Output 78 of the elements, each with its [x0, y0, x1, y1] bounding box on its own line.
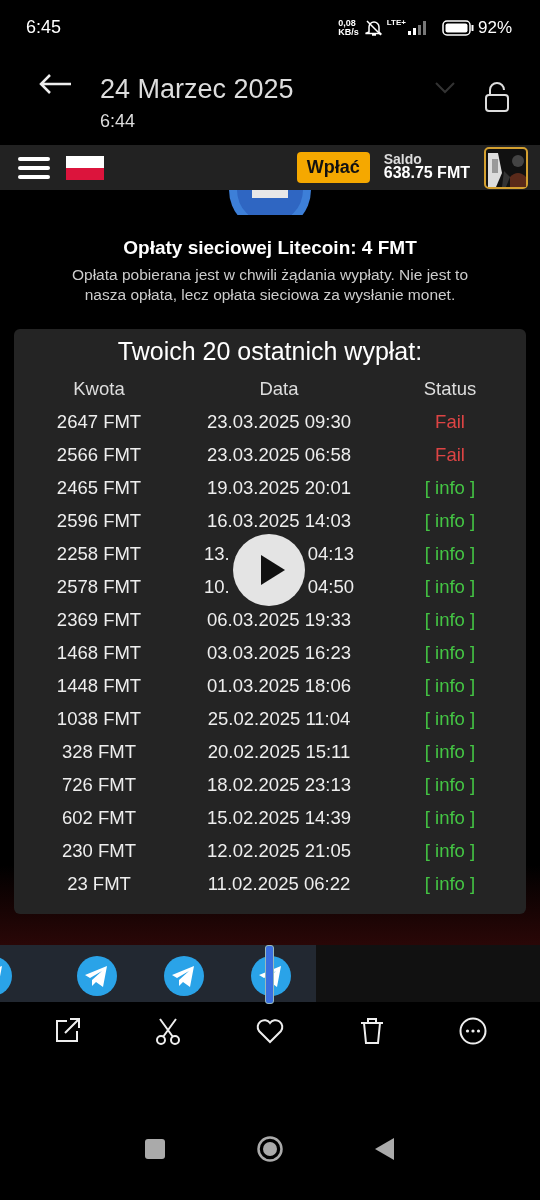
amount-cell: 2596 FMT: [56, 509, 142, 532]
amount-cell: 2647 FMT: [56, 410, 142, 433]
scissors-icon: [154, 1016, 183, 1045]
info-link[interactable]: [ info ]: [424, 608, 476, 631]
date-cell: 11.02.2025 06:22: [207, 872, 351, 895]
date-fragment: 04:13: [307, 542, 354, 565]
amount-cell: 602 FMT: [62, 806, 136, 829]
more-icon: [459, 1016, 488, 1045]
info-link[interactable]: [ info ]: [424, 740, 476, 763]
date-fragment: 10.: [204, 575, 230, 598]
info-link[interactable]: [ info ]: [424, 872, 476, 895]
date-cell: 01.03.2025 18:06: [207, 674, 351, 697]
back-arrow-icon: [38, 73, 72, 95]
unlocked-padlock-icon[interactable]: [484, 81, 510, 113]
date-cell: 25.02.2025 11:04: [207, 707, 351, 730]
clock: 6:45: [26, 17, 63, 38]
amount-cell: 1448 FMT: [56, 674, 142, 697]
status-cell: Fail: [435, 443, 465, 466]
amount-cell: 726 FMT: [62, 773, 136, 796]
scissors-button[interactable]: [154, 1016, 183, 1048]
date-cell: 23.03.2025 09:30: [207, 410, 351, 433]
date-cell: 23.03.2025 06:58: [207, 443, 351, 466]
back-button[interactable]: [375, 1138, 395, 1160]
card-title: Twoich 20 ostatnich wypłat:: [116, 337, 424, 366]
heart-icon: [256, 1016, 284, 1045]
flag-icon[interactable]: [66, 155, 104, 180]
balance-amount: 638.75 FMT: [383, 163, 470, 182]
amount-cell: 328 FMT: [62, 740, 136, 763]
amount-cell: 1468 FMT: [56, 641, 142, 664]
status-cell: Fail: [435, 410, 465, 433]
info-link[interactable]: [ info ]: [424, 773, 476, 796]
telegram-thumbnail-icon[interactable]: [164, 956, 204, 996]
amount-cell: 1038 FMT: [56, 707, 142, 730]
column-header: Status: [423, 377, 477, 400]
speed-unit: KB/s: [338, 27, 359, 37]
info-link[interactable]: [ info ]: [424, 509, 476, 532]
fee-note: Opłata pobierana jest w chwili żądania wypłaty. Nie jest to nasza opłata, lecz opłata sieciowa za wysłanie monet.: [71, 265, 469, 305]
date-cell: 18.02.2025 23:13: [207, 773, 351, 796]
network-type: LTE+: [386, 18, 406, 27]
coin-logo-icon: [227, 190, 313, 215]
balance-label: Saldo: [383, 153, 422, 164]
amount-cell: 2465 FMT: [56, 476, 142, 499]
date-cell: 06.03.2025 19:33: [207, 608, 351, 631]
battery-icon: [441, 19, 474, 36]
network-speed: 0,08: [338, 18, 356, 28]
home-button[interactable]: [257, 1136, 283, 1162]
info-link[interactable]: [ info ]: [424, 641, 476, 664]
info-link[interactable]: [ info ]: [424, 575, 476, 598]
menu-icon[interactable]: [18, 156, 50, 179]
amount-cell: 23 FMT: [67, 872, 131, 895]
date-cell: 03.03.2025 16:23: [207, 641, 351, 664]
date-cell: 16.03.2025 14:03: [207, 509, 351, 532]
muted-bell-icon: [364, 18, 383, 37]
column-header: Kwota: [73, 377, 125, 400]
amount-cell: 2369 FMT: [56, 608, 142, 631]
fee-heading: Opłaty sieciowej Litecoin: 4 FMT: [122, 237, 418, 259]
info-link[interactable]: [ info ]: [424, 839, 476, 862]
info-link[interactable]: [ info ]: [424, 806, 476, 829]
date-cell: 12.02.2025 21:05: [207, 839, 351, 862]
amount-cell: 230 FMT: [62, 839, 136, 862]
column-header: Data: [259, 377, 299, 400]
amount-cell: 2578 FMT: [56, 575, 142, 598]
date-cell: 15.02.2025 14:39: [207, 806, 351, 829]
photo-date: 24 Marzec 2025: [100, 73, 295, 105]
amount-cell: 2258 FMT: [56, 542, 142, 565]
battery-level: 92%: [477, 17, 512, 38]
date-cell: 20.02.2025 15:11: [207, 740, 351, 763]
telegram-thumbnail-icon[interactable]: [77, 956, 117, 996]
info-link[interactable]: [ info ]: [424, 476, 476, 499]
date-cell: 19.03.2025 20:01: [207, 476, 351, 499]
info-link[interactable]: [ info ]: [424, 707, 476, 730]
info-link[interactable]: [ info ]: [424, 542, 476, 565]
amount-cell: 2566 FMT: [56, 443, 142, 466]
info-link[interactable]: [ info ]: [424, 674, 476, 697]
date-fragment: 04:50: [307, 575, 354, 598]
photo-time: 6:44: [100, 111, 137, 132]
deposit-button[interactable]: Wpłać: [296, 152, 370, 183]
date-fragment: 13.: [204, 542, 230, 565]
